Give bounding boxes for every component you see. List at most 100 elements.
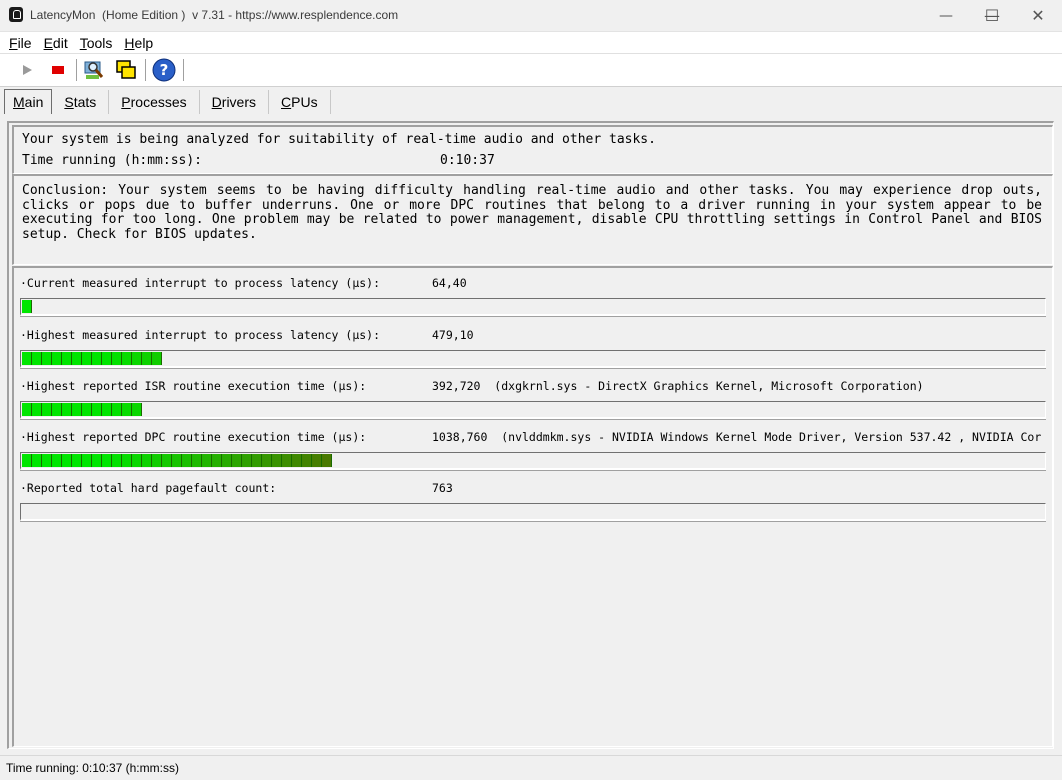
- metric-label: ·Current measured interrupt to process l…: [20, 276, 381, 290]
- metric-label: ·Highest reported DPC routine execution …: [20, 430, 367, 444]
- maximize-icon: ☐: [984, 6, 1000, 25]
- menu-edit[interactable]: Edit: [41, 35, 71, 51]
- close-icon: ✕: [1031, 6, 1045, 25]
- meter-segment: [132, 454, 142, 467]
- metric-value: 64,40: [432, 276, 467, 290]
- status-bar: Time running: 0:10:37 (h:mm:ss): [0, 755, 1062, 780]
- metric-label: ·Highest measured interrupt to process l…: [20, 328, 381, 342]
- minimize-button-2[interactable]: —: [923, 0, 969, 31]
- latency-meter: [20, 503, 1046, 521]
- metric-value: 392,720 (dxgkrnl.sys - DirectX Graphics …: [432, 379, 924, 393]
- meter-segment: [142, 352, 152, 365]
- meter-segment: [32, 352, 42, 365]
- meter-segment: [92, 352, 102, 365]
- meter-segment: [22, 454, 32, 467]
- window-title: LatencyMon (Home Edition ) v 7.31 - http…: [30, 8, 399, 22]
- meter-segment: [82, 352, 92, 365]
- tab-stats[interactable]: Stats: [52, 90, 110, 114]
- meter-segment: [132, 403, 142, 416]
- meter-segment: [112, 454, 122, 467]
- latencymon-app-icon: [9, 7, 23, 22]
- svg-text:?: ?: [160, 61, 169, 79]
- status-bar-text: Time running: 0:10:37 (h:mm:ss): [6, 761, 179, 775]
- menu-tools[interactable]: Tools: [77, 35, 116, 51]
- maximize-button[interactable]: ☐: [969, 0, 1015, 31]
- meter-segment: [102, 352, 112, 365]
- title-bar: LatencyMon (Home Edition ) v 7.31 - http…: [0, 0, 1062, 32]
- minimize-icon-2: —: [939, 7, 953, 24]
- start-button[interactable]: [15, 58, 39, 82]
- meter-segment: [22, 403, 32, 416]
- meter-segment: [122, 352, 132, 365]
- meter-segment: [92, 454, 102, 467]
- meter-segment: [62, 352, 72, 365]
- latency-meter: [20, 452, 1046, 470]
- help-button[interactable]: ?: [152, 58, 176, 82]
- meter-segment: [52, 403, 62, 416]
- meter-segment: [182, 454, 192, 467]
- play-icon: [23, 65, 32, 75]
- meter-segment: [102, 454, 112, 467]
- metric-value: 479,10: [432, 328, 474, 342]
- meter-segment: [282, 454, 292, 467]
- meter-segment: [72, 403, 82, 416]
- meter-segment: [222, 454, 232, 467]
- meter-segment: [62, 454, 72, 467]
- meter-segment: [252, 454, 262, 467]
- latency-meter: [20, 350, 1046, 368]
- meter-segment: [192, 454, 202, 467]
- tab-strip: Main Stats Processes Drivers C PUs: [0, 86, 1062, 118]
- toolbar: ?: [0, 53, 1062, 87]
- meter-segment: [122, 454, 132, 467]
- tab-processes[interactable]: Processes: [109, 90, 200, 114]
- meter-segment: [112, 352, 122, 365]
- meter-segment: [232, 454, 242, 467]
- meter-segment: [112, 403, 122, 416]
- meter-segment: [242, 454, 252, 467]
- latency-meter: [20, 298, 1046, 316]
- monitor-search-icon: [84, 61, 104, 79]
- meter-segment: [292, 454, 302, 467]
- meter-segment: [152, 454, 162, 467]
- meter-segment: [72, 454, 82, 467]
- close-button[interactable]: ✕: [1015, 0, 1061, 31]
- tab-main[interactable]: Main: [4, 89, 53, 114]
- help-icon: ?: [152, 58, 176, 82]
- meter-segment: [312, 454, 322, 467]
- time-running-label: Time running (h:mm:ss):: [22, 153, 203, 168]
- metrics-panel: ·Current measured interrupt to process l…: [12, 266, 1053, 747]
- meter-segment: [172, 454, 182, 467]
- meter-segment: [22, 352, 32, 365]
- meter-segment: [82, 403, 92, 416]
- menu-file[interactable]: File: [6, 35, 35, 51]
- conclusion-text: Conclusion: Your system seems to be havi…: [22, 183, 1042, 242]
- metric-value: 763: [432, 481, 453, 495]
- meter-segment: [32, 403, 42, 416]
- windows-button[interactable]: [114, 58, 138, 82]
- stop-icon: [52, 66, 64, 74]
- windows-overlap-icon: [116, 60, 136, 79]
- meter-segment: [202, 454, 212, 467]
- meter-segment: [22, 300, 32, 313]
- analysis-text: Your system is being analyzed for suitab…: [22, 132, 656, 147]
- meter-segment: [212, 454, 222, 467]
- latency-meter: [20, 401, 1046, 419]
- main-content: Your system is being analyzed for suitab…: [7, 121, 1054, 749]
- meter-segment: [32, 454, 42, 467]
- metric-label: ·Reported total hard pagefault count:: [20, 481, 277, 495]
- meter-segment: [162, 454, 172, 467]
- meter-segment: [42, 403, 52, 416]
- meter-segment: [132, 352, 142, 365]
- meter-segment: [62, 403, 72, 416]
- stop-button[interactable]: [46, 58, 70, 82]
- meter-segment: [102, 403, 112, 416]
- meter-segment: [272, 454, 282, 467]
- monitor-search-button[interactable]: [83, 58, 107, 82]
- tab-drivers[interactable]: Drivers: [200, 90, 270, 114]
- tab-cpus[interactable]: C PUs: [269, 90, 331, 114]
- meter-segment: [322, 454, 332, 467]
- meter-segment: [142, 454, 152, 467]
- meter-segment: [52, 454, 62, 467]
- time-running-value: 0:10:37: [440, 153, 495, 168]
- menu-help[interactable]: Help: [121, 35, 156, 51]
